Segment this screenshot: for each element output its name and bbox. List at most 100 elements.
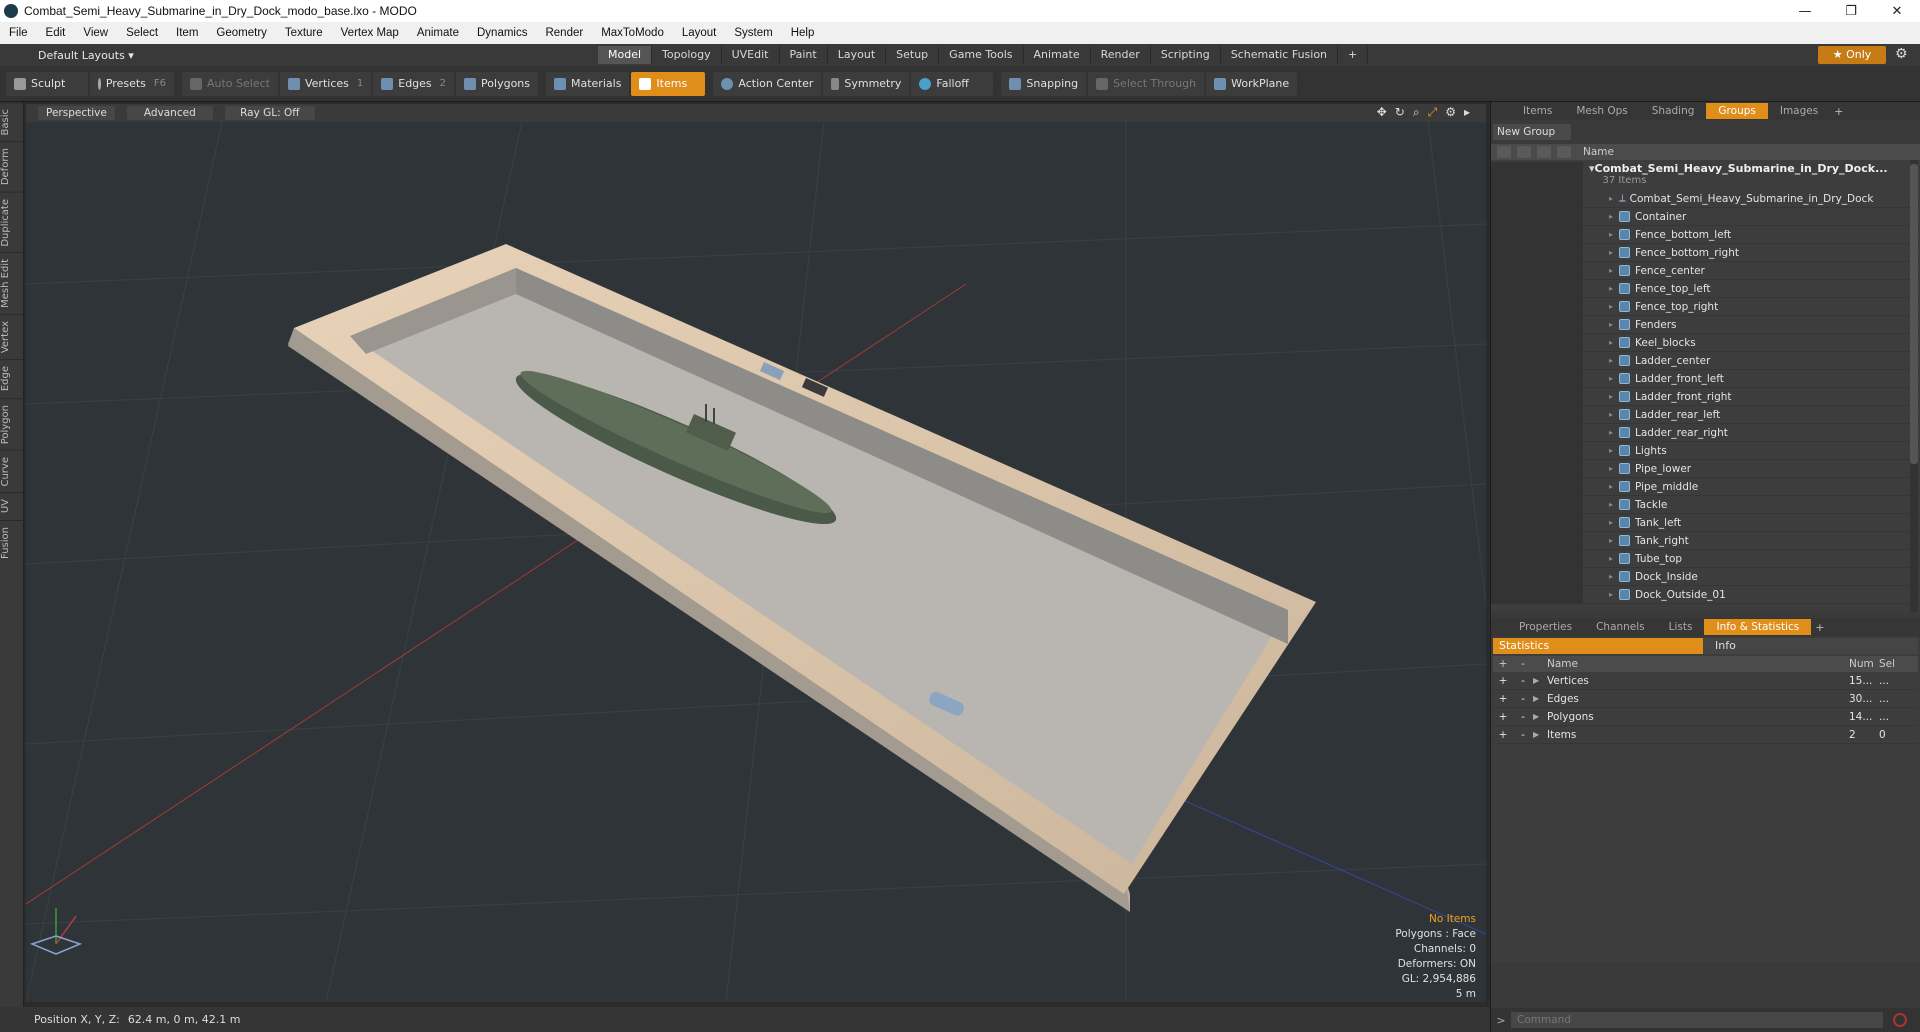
list-item[interactable]: ▸ Fence_top_left — [1491, 279, 1920, 298]
table-row[interactable]: + - ▶ Edges 30... ... — [1493, 690, 1918, 708]
new-group-button[interactable]: New Group — [1493, 124, 1571, 140]
menu-edit[interactable]: Edit — [37, 27, 75, 39]
stat-name-header[interactable]: Name — [1547, 658, 1849, 670]
menu-vertex-map[interactable]: Vertex Map — [332, 27, 408, 39]
symmetry-button[interactable]: Symmetry — [823, 71, 910, 96]
fit-icon[interactable]: ⤢ — [1428, 105, 1438, 120]
pan-icon[interactable]: ✥ — [1377, 105, 1387, 120]
tab-groups[interactable]: Groups — [1706, 103, 1768, 119]
list-item[interactable]: ▸ Fence_bottom_left — [1491, 225, 1920, 244]
list-item[interactable]: ▸ Pipe_middle — [1491, 477, 1920, 496]
list-item[interactable]: ▸ Dock_Inside — [1491, 567, 1920, 586]
tab-schematic-fusion[interactable]: Schematic Fusion — [1221, 46, 1339, 64]
tab-shading[interactable]: Shading — [1640, 103, 1707, 119]
list-item[interactable]: ▸ Tank_left — [1491, 513, 1920, 532]
tab-images[interactable]: Images — [1768, 103, 1830, 119]
menu-system[interactable]: System — [725, 27, 781, 39]
remove-selection-button[interactable]: - — [1513, 711, 1533, 723]
vertices-button[interactable]: Vertices 1 — [279, 71, 372, 96]
list-item[interactable]: ▸ Ladder_rear_left — [1491, 405, 1920, 424]
command-input[interactable] — [1511, 1012, 1883, 1028]
snapping-button[interactable]: Snapping — [1001, 71, 1087, 96]
list-item[interactable]: ▸ Dock_Outside_01 — [1491, 585, 1920, 604]
add-selection-button[interactable]: + — [1493, 711, 1513, 723]
workplane-button[interactable]: WorkPlane — [1206, 71, 1298, 96]
add-selection-button[interactable]: + — [1493, 729, 1513, 741]
stat-sel-header[interactable]: Sel — [1879, 658, 1909, 670]
menu-layout[interactable]: Layout — [673, 27, 726, 39]
tab-uvedit[interactable]: UVEdit — [722, 46, 780, 64]
groups-scrollbar[interactable] — [1910, 160, 1918, 612]
lefttab-curve[interactable]: Curve — [0, 449, 24, 493]
add-selection-button[interactable]: + — [1493, 675, 1513, 687]
list-item[interactable]: ▸ Keel_blocks — [1491, 333, 1920, 352]
list-item[interactable]: ▸ Ladder_center — [1491, 351, 1920, 370]
viewport-menu-icon[interactable]: ▸ — [1464, 105, 1470, 120]
zoom-icon[interactable]: ⌕ — [1413, 105, 1420, 120]
only-toggle[interactable]: ★ Only — [1818, 46, 1886, 64]
expand-arrow-icon[interactable]: ▶ — [1533, 730, 1547, 739]
list-item[interactable]: ▸ Fence_top_right — [1491, 297, 1920, 316]
action-center-button[interactable]: Action Center — [713, 71, 822, 96]
presets-button[interactable]: Presets F6 — [90, 71, 174, 96]
list-item[interactable]: ▸ Ladder_front_right — [1491, 387, 1920, 406]
tab-mesh-ops[interactable]: Mesh Ops — [1564, 103, 1639, 119]
menu-file[interactable]: File — [0, 27, 37, 39]
tab-lists[interactable]: Lists — [1657, 619, 1705, 635]
tab-model[interactable]: Model — [598, 46, 653, 64]
list-item[interactable]: ▸ Fence_bottom_right — [1491, 243, 1920, 262]
add-tab-button[interactable]: + — [1338, 46, 1369, 64]
tab-layout[interactable]: Layout — [828, 46, 887, 64]
tab-animate[interactable]: Animate — [1024, 46, 1091, 64]
lefttab-fusion[interactable]: Fusion — [0, 519, 24, 565]
list-item[interactable]: ▸ Ladder_front_left — [1491, 369, 1920, 388]
list-item[interactable]: ▸ Fenders — [1491, 315, 1920, 334]
tab-game-tools[interactable]: Game Tools — [939, 46, 1024, 64]
tab-scripting[interactable]: Scripting — [1151, 46, 1221, 64]
lefttab-duplicate[interactable]: Duplicate — [0, 191, 24, 253]
list-item[interactable]: ▸ Ladder_rear_right — [1491, 423, 1920, 442]
gear-icon[interactable]: ⚙ — [1895, 46, 1908, 62]
items-button[interactable]: Items — [631, 71, 706, 96]
lefttab-edge[interactable]: Edge — [0, 359, 24, 398]
menu-maxtomodo[interactable]: MaxToModo — [592, 27, 673, 39]
lefttab-basic[interactable]: Basic — [0, 102, 24, 142]
info-subtab[interactable]: Info — [1703, 638, 1918, 654]
add-selection-button[interactable]: + — [1493, 693, 1513, 705]
auto-select-button[interactable]: Auto Select — [182, 71, 278, 96]
lock-col-icon[interactable] — [1537, 146, 1551, 158]
remove-selection-button[interactable]: - — [1513, 675, 1533, 687]
rotate-icon[interactable]: ↻ — [1395, 105, 1405, 120]
stat-num-header[interactable]: Num — [1849, 658, 1879, 670]
record-macro-icon[interactable] — [1893, 1013, 1907, 1027]
list-item[interactable]: ▸ Fence_center — [1491, 261, 1920, 280]
list-item[interactable]: ▸ Pipe_lower — [1491, 459, 1920, 478]
edges-button[interactable]: Edges 2 — [373, 71, 455, 96]
polygons-button[interactable]: Polygons — [456, 71, 538, 96]
expand-arrow-icon[interactable]: ▶ — [1533, 676, 1547, 685]
close-button[interactable]: ✕ — [1874, 0, 1920, 22]
minimize-button[interactable]: — — [1782, 0, 1828, 22]
visibility-col-icon[interactable] — [1497, 146, 1511, 158]
render-col-icon[interactable] — [1517, 146, 1531, 158]
menu-view[interactable]: View — [74, 27, 117, 39]
advanced-dropdown[interactable]: Advanced — [126, 106, 213, 120]
tab-setup[interactable]: Setup — [886, 46, 940, 64]
table-row[interactable]: + - ▶ Vertices 15... ... — [1493, 672, 1918, 690]
tab-render[interactable]: Render — [1091, 46, 1151, 64]
tab-items[interactable]: Items — [1511, 103, 1564, 119]
layout-dropdown[interactable]: Default Layouts ▾ — [38, 49, 598, 62]
lefttab-mesh-edit[interactable]: Mesh Edit — [0, 252, 24, 315]
remove-selection-button[interactable]: - — [1513, 729, 1533, 741]
add-panel-tab-button[interactable]: + — [1834, 105, 1843, 118]
select-through-button[interactable]: Select Through — [1088, 71, 1205, 96]
name-column-header[interactable]: Name — [1583, 146, 1614, 158]
lefttab-deform[interactable]: Deform — [0, 141, 24, 192]
menu-help[interactable]: Help — [782, 27, 824, 39]
menu-item[interactable]: Item — [167, 27, 207, 39]
list-item[interactable]: ▸ Tackle — [1491, 495, 1920, 514]
tab-topology[interactable]: Topology — [652, 46, 722, 64]
menu-animate[interactable]: Animate — [408, 27, 468, 39]
list-item[interactable]: ▸ Container — [1491, 207, 1920, 226]
table-row[interactable]: + - ▶ Polygons 14... ... — [1493, 708, 1918, 726]
